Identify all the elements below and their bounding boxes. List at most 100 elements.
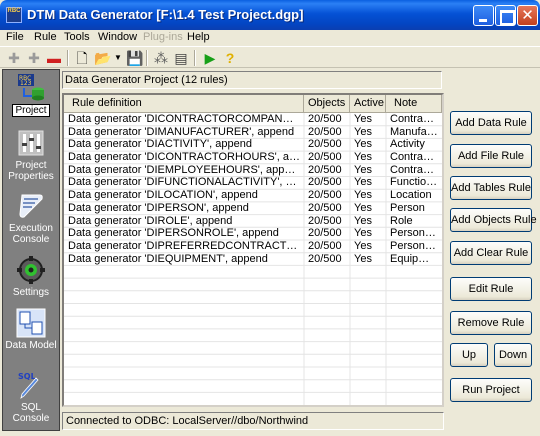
sidebar-item-project[interactable]: RBC 123 Project xyxy=(3,72,59,117)
table-row[interactable]: Data generator 'DICONTRACTORHOURS', appe… xyxy=(64,151,442,164)
sql-icon: SQL xyxy=(18,372,39,399)
column-header-rule-definition[interactable]: Rule definition xyxy=(64,95,304,113)
chevron-down-icon[interactable]: ▼ xyxy=(110,50,126,66)
rules-list[interactable]: Rule definition Objects Active Note Data… xyxy=(62,93,444,407)
close-icon: ✕ xyxy=(521,7,534,24)
cell-active: Yes xyxy=(354,214,372,227)
cell-objects: 20/500 xyxy=(308,214,342,227)
table-row[interactable]: Data generator 'DIFUNCTIONALACTIVITY', a… xyxy=(64,176,442,189)
table-row[interactable]: Data generator 'DIEQUIPMENT', append 20/5… xyxy=(64,253,442,266)
new-file-icon[interactable]: 🗋 xyxy=(74,50,90,66)
cell-rule-definition: Data generator 'DILOCATION', append xyxy=(68,189,258,202)
sidebar-item-data-model[interactable]: Data Model xyxy=(3,308,59,351)
cell-rule-definition: Data generator 'DICONTRACTORHOURS', appe… xyxy=(68,151,304,164)
toolbar-separator xyxy=(67,50,69,66)
menu-tools[interactable]: Tools xyxy=(64,31,90,43)
toolbar: ✚ ✚ ▬ 🗋 📂 ▼ 💾 ⁂ ▤ ▶ ? xyxy=(0,46,540,68)
column-header-note[interactable]: Note xyxy=(386,95,442,113)
cell-note: Activity xyxy=(390,138,425,151)
open-folder-icon[interactable]: 📂 xyxy=(94,50,111,66)
table-row[interactable]: Data generator 'DIPERSON', append 20/500 Y… xyxy=(64,202,442,215)
table-row[interactable]: Data generator 'DIROLE', append 20/500 Yes… xyxy=(64,215,442,228)
maximize-button[interactable] xyxy=(495,5,516,26)
edit-rule-button[interactable]: Edit Rule xyxy=(450,277,532,301)
add-rule-icon[interactable]: ✚ xyxy=(6,50,22,66)
table-row[interactable]: Data generator 'DIMANUFACTURER', append 2… xyxy=(64,126,442,139)
add-file-rule-button[interactable]: Add File Rule xyxy=(450,144,532,168)
sidebar-item-label: Project xyxy=(12,104,50,117)
toolbar-separator xyxy=(146,50,148,66)
add-objects-rule-button[interactable]: Add Objects Rule xyxy=(450,208,537,232)
sidebar-item-sql-console[interactable]: SQL SQL Console xyxy=(3,370,59,424)
cell-rule-definition: Data generator 'DIROLE', append xyxy=(68,214,233,227)
cell-objects: 20/500 xyxy=(308,163,342,176)
menu-file[interactable]: File xyxy=(6,31,24,43)
title-bar[interactable]: RBC DTM Data Generator [F:\1.4 Test Proj… xyxy=(0,0,540,30)
column-header-objects[interactable]: Objects xyxy=(304,95,350,113)
cell-objects: 20/500 xyxy=(308,227,342,240)
cell-rule-definition: Data generator 'DIEQUIPMENT', append xyxy=(68,252,268,265)
delete-rule-icon[interactable]: ▬ xyxy=(46,50,62,66)
svg-text:123: 123 xyxy=(20,80,32,87)
add-clear-rule-button[interactable]: Add Clear Rule xyxy=(450,241,532,265)
sidebar-item-label: Data Model xyxy=(5,340,57,351)
console-icon xyxy=(19,194,43,218)
table-row[interactable]: Data generator 'DIEMPLOYEEHOURS', append… xyxy=(64,164,442,177)
menu-rule[interactable]: Rule xyxy=(34,31,57,43)
cell-active: Yes xyxy=(354,227,372,240)
cell-note: Person R... xyxy=(390,227,442,240)
sidebar-item-label: Project Properties xyxy=(8,160,54,182)
connection-status: Connected to ODBC: LocalServer//dbo/Nort… xyxy=(62,412,444,430)
table-row[interactable]: Data generator 'DIPREFERREDCONTRACTORCO.… xyxy=(64,240,442,253)
cell-note: Person R... xyxy=(390,239,442,252)
run-project-button[interactable]: Run Project xyxy=(450,378,532,402)
add-tables-rule-button[interactable]: Add Tables Rule xyxy=(450,176,532,200)
sidebar-item-label: Execution Console xyxy=(9,223,53,245)
sidebar: RBC 123 Project Project Properties Execu… xyxy=(2,69,60,431)
column-header-active[interactable]: Active xyxy=(350,95,386,113)
cell-active: Yes xyxy=(354,239,372,252)
data-model-tool-icon[interactable]: ⁂ xyxy=(153,50,169,66)
list-body: Data generator 'DICONTRACTORCOMPANY', ap… xyxy=(64,113,442,265)
cell-note: Contracto... xyxy=(390,151,442,164)
sidebar-item-execution-console[interactable]: Execution Console xyxy=(3,191,59,245)
menu-help[interactable]: Help xyxy=(187,31,210,43)
sidebar-item-project-properties[interactable]: Project Properties xyxy=(3,128,59,182)
window-title: DTM Data Generator [F:\1.4 Test Project.… xyxy=(27,7,304,22)
cell-active: Yes xyxy=(354,125,372,138)
table-row[interactable]: Data generator 'DIACTIVITY', append 20/50… xyxy=(64,138,442,151)
cell-active: Yes xyxy=(354,189,372,202)
sidebar-item-label: Settings xyxy=(12,287,50,298)
close-button[interactable]: ✕ xyxy=(517,5,538,26)
help-icon[interactable]: ? xyxy=(222,50,238,66)
add-rule-alt-icon[interactable]: ✚ xyxy=(26,50,42,66)
app-icon-text: RBC xyxy=(7,8,21,14)
run-icon[interactable]: ▶ xyxy=(202,50,218,66)
app-icon[interactable]: RBC xyxy=(6,7,22,23)
cell-rule-definition: Data generator 'DIEMPLOYEEHOURS', append xyxy=(68,163,303,176)
menu-bar: File Rule Tools Window Plug-ins Help xyxy=(0,30,540,45)
minimize-button[interactable] xyxy=(473,5,494,26)
save-icon[interactable]: 💾 xyxy=(126,50,143,66)
menu-window[interactable]: Window xyxy=(98,31,137,43)
remove-rule-button[interactable]: Remove Rule xyxy=(450,311,532,335)
cell-rule-definition: Data generator 'DIMANUFACTURER', append xyxy=(68,125,295,138)
cell-rule-definition: Data generator 'DIPREFERREDCONTRACTORCO.… xyxy=(68,239,304,252)
cell-objects: 20/500 xyxy=(308,125,342,138)
cell-note: Equipment xyxy=(390,252,442,265)
sidebar-item-settings[interactable]: Settings xyxy=(3,255,59,298)
table-row[interactable]: Data generator 'DIPERSONROLE', append 20/… xyxy=(64,227,442,240)
cell-active: Yes xyxy=(354,138,372,151)
cell-objects: 20/500 xyxy=(308,138,342,151)
properties-tool-icon[interactable]: ▤ xyxy=(173,50,189,66)
add-data-rule-button[interactable]: Add Data Rule xyxy=(450,111,532,135)
table-row[interactable]: Data generator 'DICONTRACTORCOMPANY', ap… xyxy=(64,113,442,126)
move-down-button[interactable]: Down xyxy=(494,343,532,367)
cell-rule-definition: Data generator 'DIFUNCTIONALACTIVITY', a… xyxy=(68,176,304,189)
cell-objects: 20/500 xyxy=(308,201,342,214)
table-row[interactable]: Data generator 'DILOCATION', append 20/50… xyxy=(64,189,442,202)
svg-text:SQL: SQL xyxy=(18,372,36,381)
menu-plugins[interactable]: Plug-ins xyxy=(143,31,183,43)
cell-active: Yes xyxy=(354,176,372,189)
move-up-button[interactable]: Up xyxy=(450,343,488,367)
